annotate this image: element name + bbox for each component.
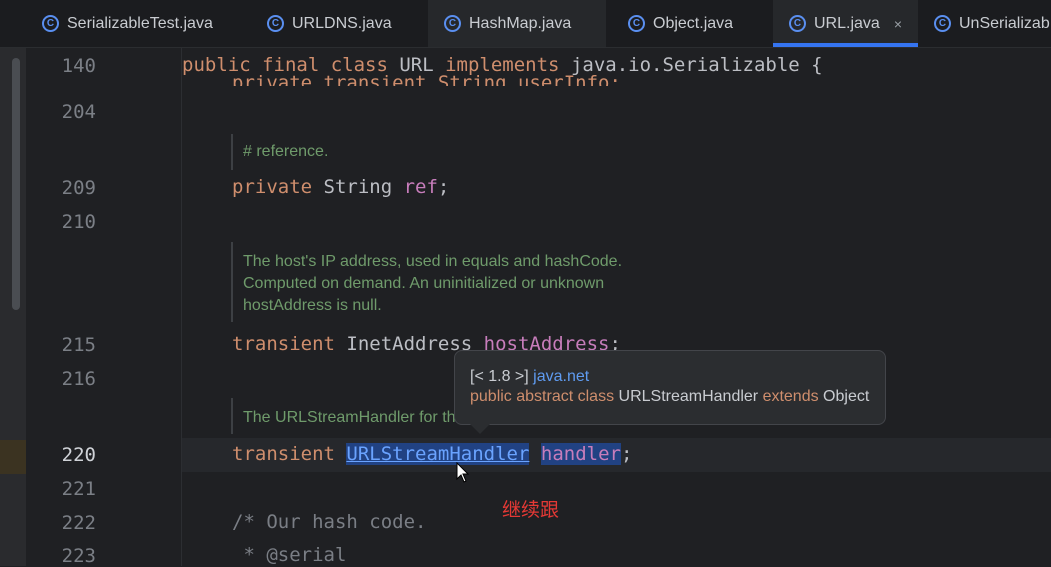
parent-class[interactable]: Object	[819, 388, 869, 405]
mouse-cursor-icon	[456, 462, 470, 483]
code-line-220[interactable]: transient URLStreamHandler handler;	[232, 443, 632, 465]
code-text: java.io.Serializable {	[559, 54, 823, 76]
scrollbar-thumb[interactable]	[12, 58, 20, 310]
doc-comment-bar	[231, 242, 233, 322]
keyword: implements	[445, 54, 560, 76]
class-icon: C	[934, 15, 951, 32]
class-name: URL	[387, 54, 446, 76]
tooltip-arrow	[470, 424, 490, 434]
handwritten-annotation: 继续跟	[502, 499, 560, 521]
line-number: 222	[61, 512, 96, 534]
keyword: transient	[232, 443, 335, 465]
field-name-selected[interactable]: handler	[540, 443, 621, 465]
editor-side-strip	[0, 48, 26, 566]
tab-serializabletest[interactable]: C SerializableTest.java	[42, 0, 213, 47]
field-name: ref	[403, 176, 438, 198]
class-icon: C	[789, 15, 806, 32]
code-line-223[interactable]: * @serial	[232, 544, 346, 566]
tab-object[interactable]: C Object.java	[628, 0, 733, 47]
code-text: ;	[620, 443, 633, 465]
package-link[interactable]: java.net	[533, 368, 589, 385]
doc-comment-host: The host's IP address, used in equals an…	[243, 251, 622, 317]
doc-line: hostAddress is null.	[243, 297, 382, 314]
tab-url[interactable]: C URL.java ×	[773, 0, 918, 47]
tab-label: URL.java	[814, 14, 880, 32]
line-number-gutter: 140 204 209 210 215 216 220 221 222 223	[26, 48, 182, 567]
line-number: 223	[61, 545, 96, 567]
line-number: 216	[61, 368, 96, 390]
doc-comment-bar	[231, 398, 233, 434]
keyword: private	[232, 176, 313, 198]
class-icon: C	[42, 15, 59, 32]
tab-label: SerializableTest.java	[67, 14, 213, 32]
class-name: URLStreamHandler	[614, 388, 763, 405]
doc-line: Computed on demand. An uninitialized or …	[243, 275, 605, 292]
doc-comment: # reference.	[243, 143, 329, 160]
class-icon: C	[628, 15, 645, 32]
sticky-class-header[interactable]: public final class URL implements java.i…	[182, 54, 823, 76]
line-number: 221	[61, 478, 96, 500]
close-icon[interactable]: ×	[894, 16, 902, 32]
keyword: public abstract class	[470, 388, 615, 405]
keyword: extends	[762, 388, 819, 405]
tab-hashmap[interactable]: C HashMap.java	[428, 0, 606, 47]
code-editor[interactable]: 140 204 209 210 215 216 220 221 222 223 …	[0, 48, 1051, 567]
code-line-209[interactable]: private String ref;	[232, 176, 449, 198]
doc-line: The host's IP address, used in equals an…	[243, 253, 623, 270]
code-line-222[interactable]: /* Our hash code.	[232, 511, 426, 533]
version-text: [< 1.8 >]	[470, 368, 534, 385]
tab-label: Object.java	[653, 14, 734, 32]
doc-comment-bar	[231, 134, 233, 170]
line-number: 209	[61, 177, 96, 199]
tab-unserializable[interactable]: C UnSerializab	[934, 0, 1050, 47]
keyword: public final class	[182, 54, 388, 76]
class-icon: C	[444, 15, 461, 32]
current-line-marker	[0, 440, 26, 474]
tab-label: UnSerializab	[959, 14, 1050, 32]
line-number: 204	[61, 101, 96, 123]
class-icon: C	[267, 15, 284, 32]
line-number: 210	[61, 211, 96, 233]
code-text: ;	[437, 176, 450, 198]
quick-doc-tooltip: [< 1.8 >] java.net public abstract class…	[454, 350, 886, 425]
editor-tab-bar: C SerializableTest.java C URLDNS.java C …	[0, 0, 1051, 48]
type-link-selected[interactable]: URLStreamHandler	[346, 443, 530, 465]
line-number-current: 220	[61, 444, 96, 466]
line-number: 140	[61, 55, 96, 77]
tab-label: HashMap.java	[469, 14, 572, 32]
keyword: transient	[232, 333, 335, 355]
tab-label: URLDNS.java	[292, 14, 392, 32]
line-number: 215	[61, 334, 96, 356]
tab-urldns[interactable]: C URLDNS.java	[267, 0, 392, 47]
type-name: String	[312, 176, 404, 198]
